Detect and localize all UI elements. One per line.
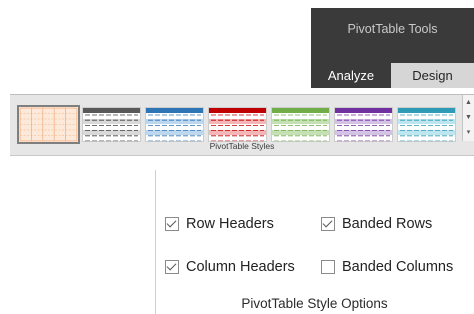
banded-columns-option[interactable]: Banded Columns bbox=[321, 257, 453, 277]
column-headers-label: Column Headers bbox=[186, 259, 295, 275]
pivottable-styles-gallery: ▲ ▼ ▾ PivotTable Styles bbox=[10, 94, 474, 156]
column-headers-checkbox[interactable] bbox=[165, 260, 179, 274]
tab-analyze[interactable]: Analyze bbox=[311, 63, 391, 88]
more-styles-icon[interactable]: ▾ bbox=[463, 125, 474, 140]
column-headers-option[interactable]: Column Headers bbox=[165, 257, 295, 277]
contextual-tab-header: PivotTable Tools Analyze Design bbox=[311, 8, 474, 88]
scroll-up-icon[interactable]: ▲ bbox=[463, 95, 474, 110]
banded-rows-checkbox[interactable] bbox=[321, 217, 335, 231]
row-headers-label: Row Headers bbox=[186, 216, 274, 232]
tab-design[interactable]: Design bbox=[391, 63, 474, 88]
style-swatch-green-medium[interactable] bbox=[271, 107, 330, 142]
style-options-label: PivotTable Style Options bbox=[241, 296, 388, 311]
style-swatch-red-medium[interactable] bbox=[208, 107, 267, 142]
style-swatch-teal-medium[interactable] bbox=[397, 107, 456, 142]
style-swatch-purple-medium[interactable] bbox=[334, 107, 393, 142]
banded-columns-label: Banded Columns bbox=[342, 259, 454, 275]
style-options-group: Row Headers Banded Rows Column Headers B… bbox=[155, 158, 474, 314]
style-swatch-orange-light[interactable] bbox=[17, 105, 80, 144]
row-headers-checkbox[interactable] bbox=[165, 217, 179, 231]
scroll-down-icon[interactable]: ▼ bbox=[463, 110, 474, 125]
banded-rows-label: Banded Rows bbox=[342, 216, 433, 232]
style-swatch-gray-medium[interactable] bbox=[82, 107, 141, 142]
context-title: PivotTable Tools bbox=[347, 22, 438, 36]
banded-columns-checkbox[interactable] bbox=[321, 260, 335, 274]
gallery-scrollbar[interactable]: ▲ ▼ ▾ bbox=[462, 95, 474, 141]
row-headers-option[interactable]: Row Headers bbox=[165, 214, 274, 234]
banded-rows-option[interactable]: Banded Rows bbox=[321, 214, 432, 234]
gallery-label: PivotTable Styles bbox=[209, 141, 275, 151]
style-swatch-blue-medium[interactable] bbox=[145, 107, 204, 142]
